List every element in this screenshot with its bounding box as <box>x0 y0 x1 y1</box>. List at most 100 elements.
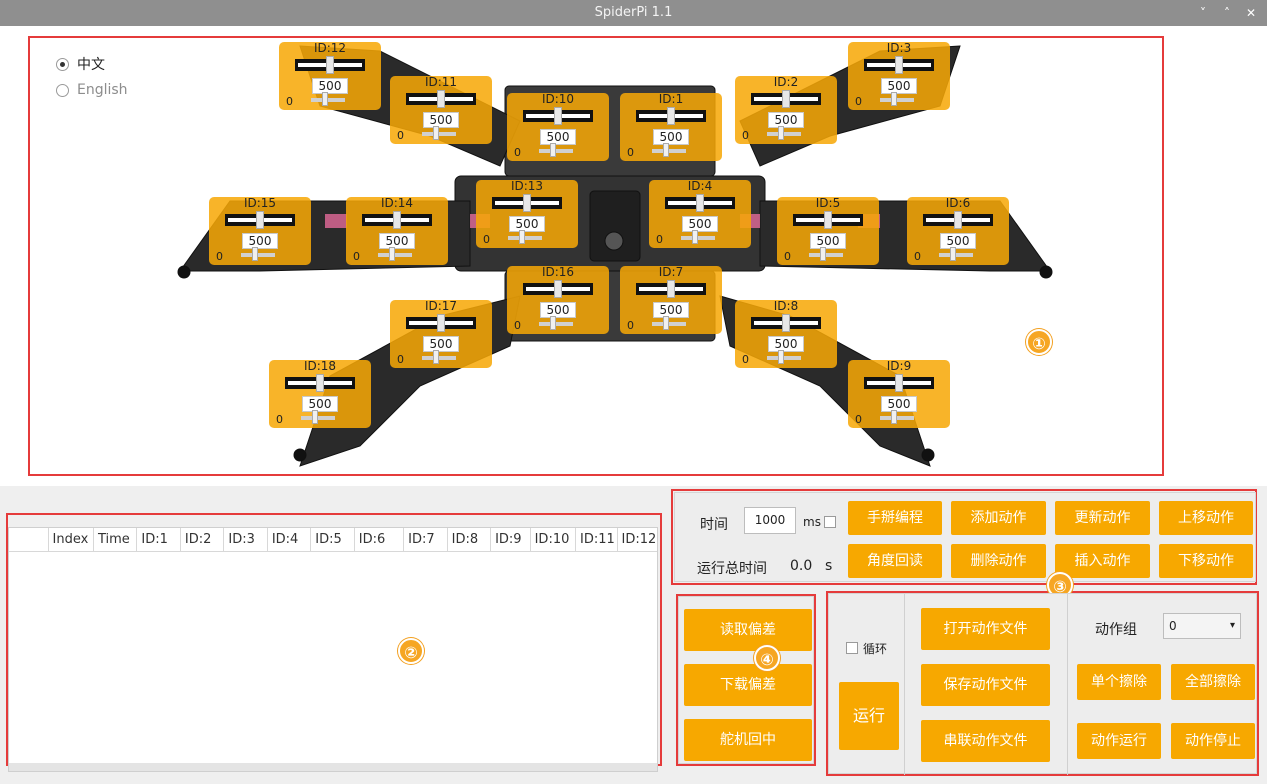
servo-slider-handle[interactable] <box>437 314 445 332</box>
servo-slider-handle[interactable] <box>954 211 962 229</box>
servo-deviation-handle[interactable] <box>312 410 318 424</box>
action-table[interactable]: Index Time ID:1 ID:2 ID:3 ID:4 ID:5 ID:6… <box>8 527 658 772</box>
servo-slider-handle[interactable] <box>437 90 445 108</box>
servo-value-input[interactable]: 500 <box>653 302 689 318</box>
servo-value-input[interactable]: 500 <box>682 216 718 232</box>
open-action-file-button[interactable]: 打开动作文件 <box>921 608 1050 650</box>
time-input[interactable]: 1000 <box>744 507 796 534</box>
column-header[interactable]: ID:3 <box>224 528 268 551</box>
servo-deviation-slider[interactable] <box>809 253 843 257</box>
servo-deviation-slider[interactable] <box>508 236 542 240</box>
servo-slider-handle[interactable] <box>316 374 324 392</box>
servo-slider-handle[interactable] <box>667 107 675 125</box>
close-icon[interactable]: ✕ <box>1245 0 1257 26</box>
servo-slider-handle[interactable] <box>696 194 704 212</box>
column-header[interactable]: ID:4 <box>268 528 312 551</box>
chain-action-file-button[interactable]: 串联动作文件 <box>921 720 1050 762</box>
column-header[interactable]: ID:6 <box>355 528 405 551</box>
servo-slider-handle[interactable] <box>326 56 334 74</box>
time-checkbox[interactable] <box>824 516 836 528</box>
move-up-action-button[interactable]: 上移动作 <box>1159 501 1253 535</box>
servo-slider-handle[interactable] <box>256 211 264 229</box>
servo-value-input[interactable]: 500 <box>940 233 976 249</box>
servo-deviation-handle[interactable] <box>550 143 556 157</box>
column-header[interactable]: Time <box>94 528 138 551</box>
servo-value-input[interactable]: 500 <box>881 396 917 412</box>
column-header[interactable] <box>9 528 49 551</box>
servo-value-input[interactable]: 500 <box>423 336 459 352</box>
manual-program-button[interactable]: 手掰编程 <box>848 501 942 535</box>
column-header[interactable]: ID:7 <box>404 528 448 551</box>
servo-deviation-slider[interactable] <box>301 416 335 420</box>
servo-value-input[interactable]: 500 <box>768 336 804 352</box>
action-group-select[interactable]: 0 ▾ <box>1163 613 1241 639</box>
servo-slider-handle[interactable] <box>393 211 401 229</box>
servo-slider-handle[interactable] <box>824 211 832 229</box>
action-run-button[interactable]: 动作运行 <box>1077 723 1161 759</box>
column-header[interactable]: ID:10 <box>531 528 577 551</box>
servo-value-input[interactable]: 500 <box>540 302 576 318</box>
servo-deviation-handle[interactable] <box>891 410 897 424</box>
servo-slider-handle[interactable] <box>895 56 903 74</box>
servo-value-input[interactable]: 500 <box>423 112 459 128</box>
column-header[interactable]: ID:8 <box>448 528 492 551</box>
column-header[interactable]: ID:12 <box>618 528 658 551</box>
servo-deviation-slider[interactable] <box>880 98 914 102</box>
servo-value-input[interactable]: 500 <box>810 233 846 249</box>
servo-deviation-handle[interactable] <box>433 126 439 140</box>
column-header[interactable]: ID:1 <box>137 528 181 551</box>
servo-slider-handle[interactable] <box>895 374 903 392</box>
servo-deviation-handle[interactable] <box>692 230 698 244</box>
minimize-icon[interactable]: ˅ <box>1197 0 1209 26</box>
servo-deviation-handle[interactable] <box>252 247 258 261</box>
servo-value-input[interactable]: 500 <box>653 129 689 145</box>
column-header[interactable]: ID:2 <box>181 528 225 551</box>
servo-deviation-slider[interactable] <box>311 98 345 102</box>
add-action-button[interactable]: 添加动作 <box>951 501 1046 535</box>
servo-value-input[interactable]: 500 <box>768 112 804 128</box>
servo-deviation-handle[interactable] <box>550 316 556 330</box>
download-deviation-button[interactable]: 下载偏差 <box>684 664 812 706</box>
servo-deviation-handle[interactable] <box>663 316 669 330</box>
servo-value-input[interactable]: 500 <box>509 216 545 232</box>
servo-deviation-slider[interactable] <box>539 322 573 326</box>
column-header[interactable]: Index <box>49 528 94 551</box>
servo-deviation-handle[interactable] <box>519 230 525 244</box>
servo-deviation-slider[interactable] <box>652 149 686 153</box>
erase-all-button[interactable]: 全部擦除 <box>1171 664 1255 700</box>
erase-single-button[interactable]: 单个擦除 <box>1077 664 1161 700</box>
servo-deviation-handle[interactable] <box>778 350 784 364</box>
delete-action-button[interactable]: 删除动作 <box>951 544 1046 578</box>
servo-deviation-slider[interactable] <box>880 416 914 420</box>
servo-center-button[interactable]: 舵机回中 <box>684 719 812 761</box>
servo-deviation-handle[interactable] <box>950 247 956 261</box>
servo-deviation-slider[interactable] <box>681 236 715 240</box>
update-action-button[interactable]: 更新动作 <box>1055 501 1150 535</box>
column-header[interactable]: ID:9 <box>491 528 531 551</box>
servo-value-input[interactable]: 500 <box>881 78 917 94</box>
column-header[interactable]: ID:11 <box>576 528 618 551</box>
column-header[interactable]: ID:5 <box>311 528 355 551</box>
servo-slider-handle[interactable] <box>667 280 675 298</box>
action-stop-button[interactable]: 动作停止 <box>1171 723 1255 759</box>
servo-deviation-handle[interactable] <box>891 92 897 106</box>
servo-slider-handle[interactable] <box>554 280 562 298</box>
servo-value-input[interactable]: 500 <box>312 78 348 94</box>
servo-deviation-slider[interactable] <box>241 253 275 257</box>
servo-deviation-handle[interactable] <box>820 247 826 261</box>
servo-slider-handle[interactable] <box>782 90 790 108</box>
servo-deviation-slider[interactable] <box>422 132 456 136</box>
servo-deviation-slider[interactable] <box>539 149 573 153</box>
servo-deviation-handle[interactable] <box>433 350 439 364</box>
servo-deviation-handle[interactable] <box>389 247 395 261</box>
servo-deviation-slider[interactable] <box>652 322 686 326</box>
maximize-icon[interactable]: ˄ <box>1221 0 1233 26</box>
move-down-action-button[interactable]: 下移动作 <box>1159 544 1253 578</box>
insert-action-button[interactable]: 插入动作 <box>1055 544 1150 578</box>
servo-value-input[interactable]: 500 <box>242 233 278 249</box>
servo-value-input[interactable]: 500 <box>302 396 338 412</box>
servo-slider-handle[interactable] <box>782 314 790 332</box>
servo-deviation-handle[interactable] <box>663 143 669 157</box>
servo-value-input[interactable]: 500 <box>379 233 415 249</box>
servo-slider-handle[interactable] <box>554 107 562 125</box>
